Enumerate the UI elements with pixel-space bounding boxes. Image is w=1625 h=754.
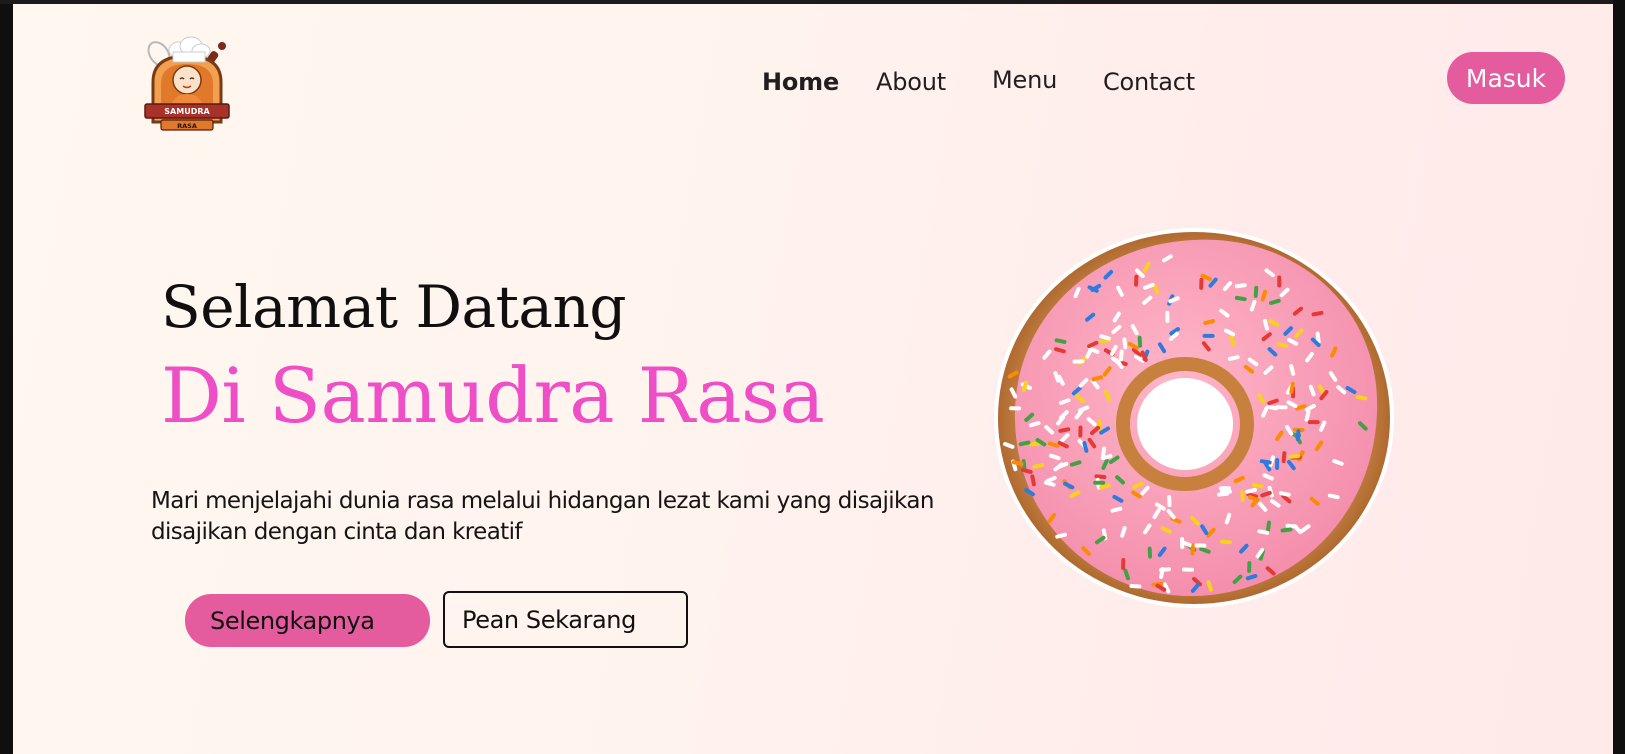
sprinkle — [1247, 560, 1252, 573]
sprinkle — [1202, 333, 1215, 338]
sprinkle — [1167, 495, 1172, 508]
sprinkle — [1240, 489, 1245, 502]
sprinkle — [1072, 359, 1085, 364]
sprinkle — [1219, 539, 1232, 545]
main-nav: Home About Menu Contact — [13, 62, 1613, 102]
hero-donut-image — [989, 222, 1399, 614]
browser-right-edge — [1613, 0, 1625, 754]
hero-description: Mari menjelajahi dunia rasa melalui hida… — [151, 488, 934, 545]
hero-title-line2: Di Samudra Rasa — [161, 351, 825, 440]
sprinkle — [1137, 335, 1143, 348]
landing-page: SAMUDRA RASA Home About Menu Contact Mas… — [13, 4, 1613, 754]
nav-item-home[interactable]: Home — [762, 68, 839, 96]
login-button[interactable]: Masuk — [1447, 52, 1565, 104]
sprinkle — [1182, 567, 1195, 572]
sprinkle — [1165, 310, 1170, 323]
sprinkle — [1253, 285, 1259, 298]
nav-item-about[interactable]: About — [876, 68, 946, 96]
sprinkle — [1009, 406, 1022, 411]
nav-item-menu[interactable]: Menu — [992, 66, 1057, 94]
sprinkle — [1121, 557, 1126, 570]
nav-item-contact[interactable]: Contact — [1103, 68, 1195, 96]
sprinkle — [1218, 486, 1231, 491]
pink-sprinkle-donut-icon — [994, 228, 1394, 608]
svg-text:RASA: RASA — [177, 122, 197, 130]
sprinkle — [1275, 457, 1280, 470]
sprinkle — [1129, 583, 1142, 589]
sprinkle — [1147, 546, 1153, 559]
sprinkle — [1194, 543, 1207, 548]
sprinkle — [1275, 405, 1288, 410]
sprinkle — [1093, 480, 1106, 485]
sprinkle — [1295, 429, 1301, 442]
sprinkle — [1277, 275, 1282, 288]
svg-text:SAMUDRA: SAMUDRA — [164, 107, 210, 116]
sprinkle — [1078, 425, 1083, 438]
sprinkle — [1134, 274, 1139, 287]
learn-more-button[interactable]: Selengkapnya — [185, 594, 430, 647]
hero-title-line1: Selamat Datang — [161, 273, 626, 341]
sprinkle — [1199, 277, 1204, 290]
sprinkle — [1307, 420, 1320, 425]
order-now-button[interactable]: Pean Sekarang — [443, 591, 688, 648]
